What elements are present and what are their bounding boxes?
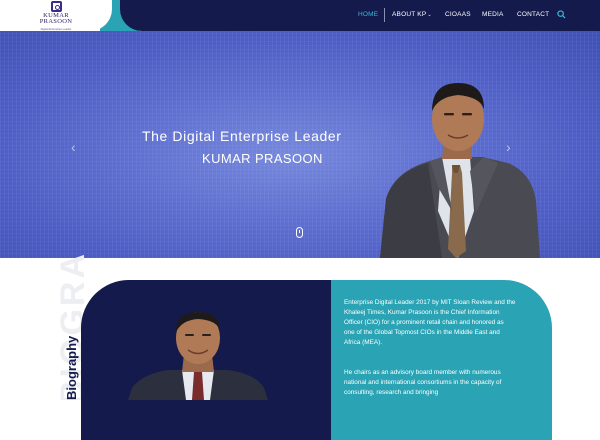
search-icon[interactable] — [557, 10, 566, 19]
main-navbar: HOME ABOUT KP⌄ CIOAAS MEDIA CONTACT — [120, 0, 600, 31]
nav-divider — [384, 8, 385, 22]
biography-heading: Biography — [64, 335, 79, 400]
logo-tagline: Digital Enterprise Leader — [40, 26, 72, 31]
nav-item-home[interactable]: HOME — [358, 11, 378, 18]
nav-item-about-kp[interactable]: ABOUT KP⌄ — [392, 11, 432, 18]
nav-item-media[interactable]: MEDIA — [482, 11, 504, 18]
logo-icon — [50, 0, 62, 12]
biography-portrait-image — [128, 312, 268, 400]
logo-name-line2: PRASOON — [39, 18, 73, 25]
nav-item-contact[interactable]: CONTACT — [517, 11, 549, 18]
biography-paragraph-1: Enterprise Digital Leader 2017 by MIT Sl… — [344, 299, 516, 346]
nav-item-cioaas[interactable]: CIOAAS — [445, 11, 471, 18]
site-logo[interactable]: KUMAR PRASOON Digital Enterprise Leader — [0, 0, 112, 31]
carousel-prev-arrow-icon[interactable]: ‹ — [71, 139, 76, 155]
biography-paragraph-2: He chairs as an advisory board member wi… — [344, 369, 502, 396]
nav-item-about-kp-label: ABOUT KP — [392, 11, 427, 18]
hero-banner: ‹ › The Digital Enterprise Leader KUMAR … — [0, 31, 600, 258]
hero-name: KUMAR PRASOON — [202, 151, 323, 166]
scroll-mouse-icon[interactable] — [296, 227, 303, 238]
hero-tagline: The Digital Enterprise Leader — [142, 128, 342, 144]
chevron-down-icon: ⌄ — [427, 12, 432, 18]
hero-portrait-image — [380, 83, 540, 258]
